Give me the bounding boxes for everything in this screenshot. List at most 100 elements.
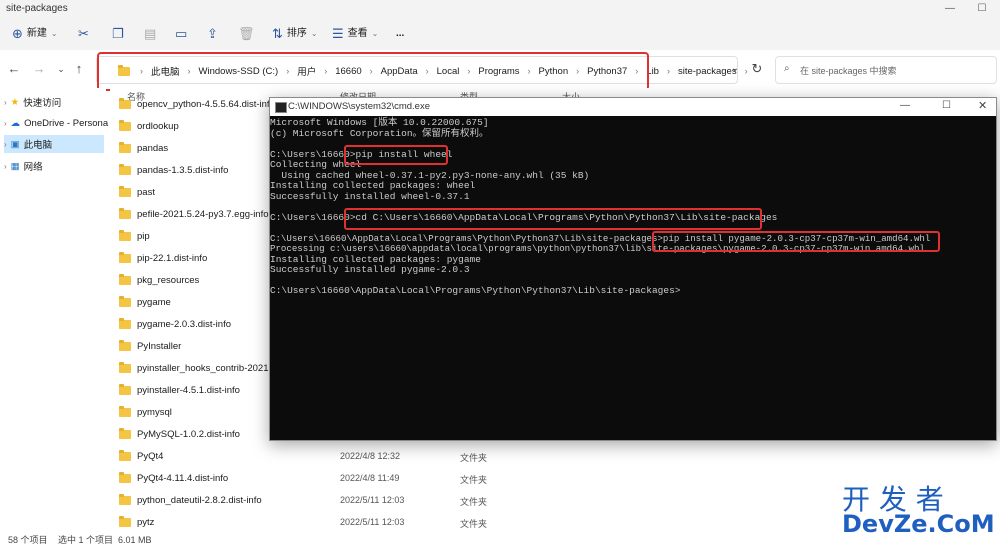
cmd-title-bar[interactable]: C:\WINDOWS\system32\cmd.exe — ☐ ✕ — [270, 98, 996, 116]
console-line: Successfully installed wheel-0.37.1 — [270, 190, 470, 202]
recent-chevron-icon[interactable]: ⌄ — [52, 60, 70, 78]
watermark-logo: 开 发 者 DevZe.CoM — [842, 478, 997, 544]
sidebar-item-quick-access[interactable]: › ★ 快速访问 — [4, 93, 61, 111]
folder-icon — [119, 97, 131, 109]
console-line: Successfully installed pygame-2.0.3 — [270, 264, 470, 275]
paste-icon[interactable]: ▤ — [144, 25, 156, 43]
maximize-button[interactable]: ☐ — [972, 2, 992, 16]
file-type: 文件夹 — [460, 475, 488, 485]
more-button[interactable]: ... — [396, 25, 404, 43]
file-name: pyinstaller_hooks_contrib-2021.2.d — [137, 362, 285, 374]
folder-icon — [119, 339, 131, 351]
list-item[interactable]: pandas-1.3.5.dist-info — [119, 160, 228, 180]
file-name: ordlookup — [137, 120, 179, 132]
file-name: python_dateutil-2.8.2.dist-info — [137, 494, 262, 506]
list-item[interactable]: pip-22.1.dist-info — [119, 248, 207, 268]
list-item[interactable]: PyInstaller — [119, 336, 181, 356]
list-item[interactable]: opencv_python-4.5.5.64.dist-info — [119, 94, 275, 114]
file-type: 文件夹 — [460, 519, 488, 529]
delete-icon[interactable]: 🗑 — [238, 25, 255, 43]
copy-icon[interactable]: ❐ — [112, 25, 124, 43]
chevron-right-icon: › — [4, 118, 7, 128]
sort-icon: ⇅ — [272, 26, 283, 41]
chevron-down-icon: ⌄ — [371, 29, 379, 38]
folder-icon — [119, 229, 131, 241]
folder-icon — [119, 251, 131, 263]
minimize-button[interactable]: — — [940, 2, 960, 16]
list-item[interactable]: pip — [119, 226, 150, 246]
list-item[interactable]: past — [119, 182, 155, 202]
title-bar: site-packages — ☐ — [0, 0, 1000, 18]
star-icon: ★ — [10, 96, 20, 108]
file-name: pygame-2.0.3.dist-info — [137, 318, 231, 330]
sidebar-item-label: 快速访问 — [23, 98, 62, 109]
list-item[interactable]: pytz — [119, 512, 154, 532]
navigation-pane: › ★ 快速访问 › ☁ OneDrive - Persona › ▣ 此电脑 … — [0, 88, 108, 526]
view-icon: ☰ — [332, 26, 344, 41]
sidebar-item-network[interactable]: › ▦ 网络 — [4, 157, 43, 175]
list-item[interactable]: PyQt4-4.11.4.dist-info — [119, 468, 228, 488]
highlight-pip-install-wheel — [344, 145, 448, 165]
file-name: pyinstaller-4.5.1.dist-info — [137, 384, 240, 396]
maximize-icon[interactable]: ☐ — [942, 100, 951, 111]
file-name: pefile-2021.5.24-py3.7.egg-info — [137, 208, 269, 220]
file-name: pymysql — [137, 406, 172, 418]
list-item[interactable]: pefile-2021.5.24-py3.7.egg-info — [119, 204, 269, 224]
share-icon[interactable]: ⇪ — [207, 25, 218, 43]
file-name: pip-22.1.dist-info — [137, 252, 208, 264]
cmd-window[interactable]: C:\WINDOWS\system32\cmd.exe — ☐ ✕ Micros… — [269, 97, 997, 441]
console-line: Microsoft Windows [版本 10.0.22000.675] — [270, 117, 489, 128]
sort-button[interactable]: ⇅ 排序 ⌄ — [272, 25, 318, 43]
file-name: pip — [137, 230, 150, 242]
file-type: 文件夹 — [460, 453, 488, 463]
list-item[interactable]: PyMySQL-1.0.2.dist-info — [119, 424, 240, 444]
console-line: (c) Microsoft Corporation。保留所有权利。 — [270, 127, 489, 139]
console-line: C:\Users\16660\AppData\Local\Programs\Py… — [270, 285, 681, 296]
new-button[interactable]: ⊕ 新建 ⌄ — [12, 25, 58, 43]
cloud-icon: ☁ — [10, 117, 21, 129]
folder-icon — [119, 449, 131, 461]
sort-label: 排序 — [286, 28, 307, 39]
refresh-icon[interactable]: ↻ — [748, 60, 766, 78]
list-item[interactable]: PyQt4 — [119, 446, 163, 466]
list-item[interactable]: pymysql — [119, 402, 172, 422]
close-icon[interactable]: ✕ — [978, 99, 987, 112]
forward-arrow-icon[interactable]: → — [30, 60, 48, 78]
folder-icon — [119, 163, 131, 175]
list-item[interactable]: pkg_resources — [119, 270, 199, 290]
list-item[interactable]: ordlookup — [119, 116, 179, 136]
back-arrow-icon[interactable]: ← — [5, 60, 23, 78]
chevron-right-icon: › — [4, 139, 7, 149]
list-item[interactable]: pandas — [119, 138, 168, 158]
minimize-icon[interactable]: — — [900, 100, 910, 111]
sidebar-item-this-pc[interactable]: › ▣ 此电脑 — [4, 135, 104, 153]
computer-icon: ▣ — [10, 138, 20, 150]
list-item[interactable]: pyinstaller_hooks_contrib-2021.2.d — [119, 358, 284, 378]
folder-icon — [119, 295, 131, 307]
view-button[interactable]: ☰ 查看 ⌄ — [332, 25, 378, 43]
list-item[interactable]: pygame-2.0.3.dist-info — [119, 314, 231, 334]
file-name: PyQt4-4.11.4.dist-info — [137, 472, 229, 484]
address-dropdown-icon[interactable]: ⌄ — [726, 60, 744, 78]
rename-icon[interactable]: ▭ — [175, 25, 187, 43]
sidebar-item-label: OneDrive - Persona — [24, 117, 109, 129]
chevron-down-icon: ⌄ — [310, 29, 318, 38]
list-item[interactable]: pyinstaller-4.5.1.dist-info — [119, 380, 240, 400]
search-input[interactable]: ⌕ 在 site-packages 中搜索 — [775, 56, 997, 84]
window-title: site-packages — [6, 3, 68, 14]
search-placeholder: 在 site-packages 中搜索 — [800, 66, 897, 76]
file-name: past — [137, 186, 155, 198]
new-label: 新建 — [26, 28, 47, 39]
highlight-cd-command — [344, 208, 762, 230]
search-icon: ⌕ — [784, 63, 790, 74]
sidebar-item-label: 此电脑 — [23, 140, 53, 151]
list-item[interactable]: python_dateutil-2.8.2.dist-info — [119, 490, 262, 510]
folder-icon — [119, 427, 131, 439]
folder-icon — [119, 317, 131, 329]
command-bar: ⊕ 新建 ⌄ ✂ ❐ ▤ ▭ ⇪ 🗑 ⇅ 排序 ⌄ ☰ 查看 ⌄ ... — [0, 18, 1000, 51]
sidebar-item-onedrive[interactable]: › ☁ OneDrive - Persona — [4, 114, 108, 132]
up-arrow-icon[interactable]: ↑ — [70, 60, 88, 78]
cut-icon[interactable]: ✂ — [78, 25, 89, 43]
folder-icon — [119, 383, 131, 395]
list-item[interactable]: pygame — [119, 292, 171, 312]
